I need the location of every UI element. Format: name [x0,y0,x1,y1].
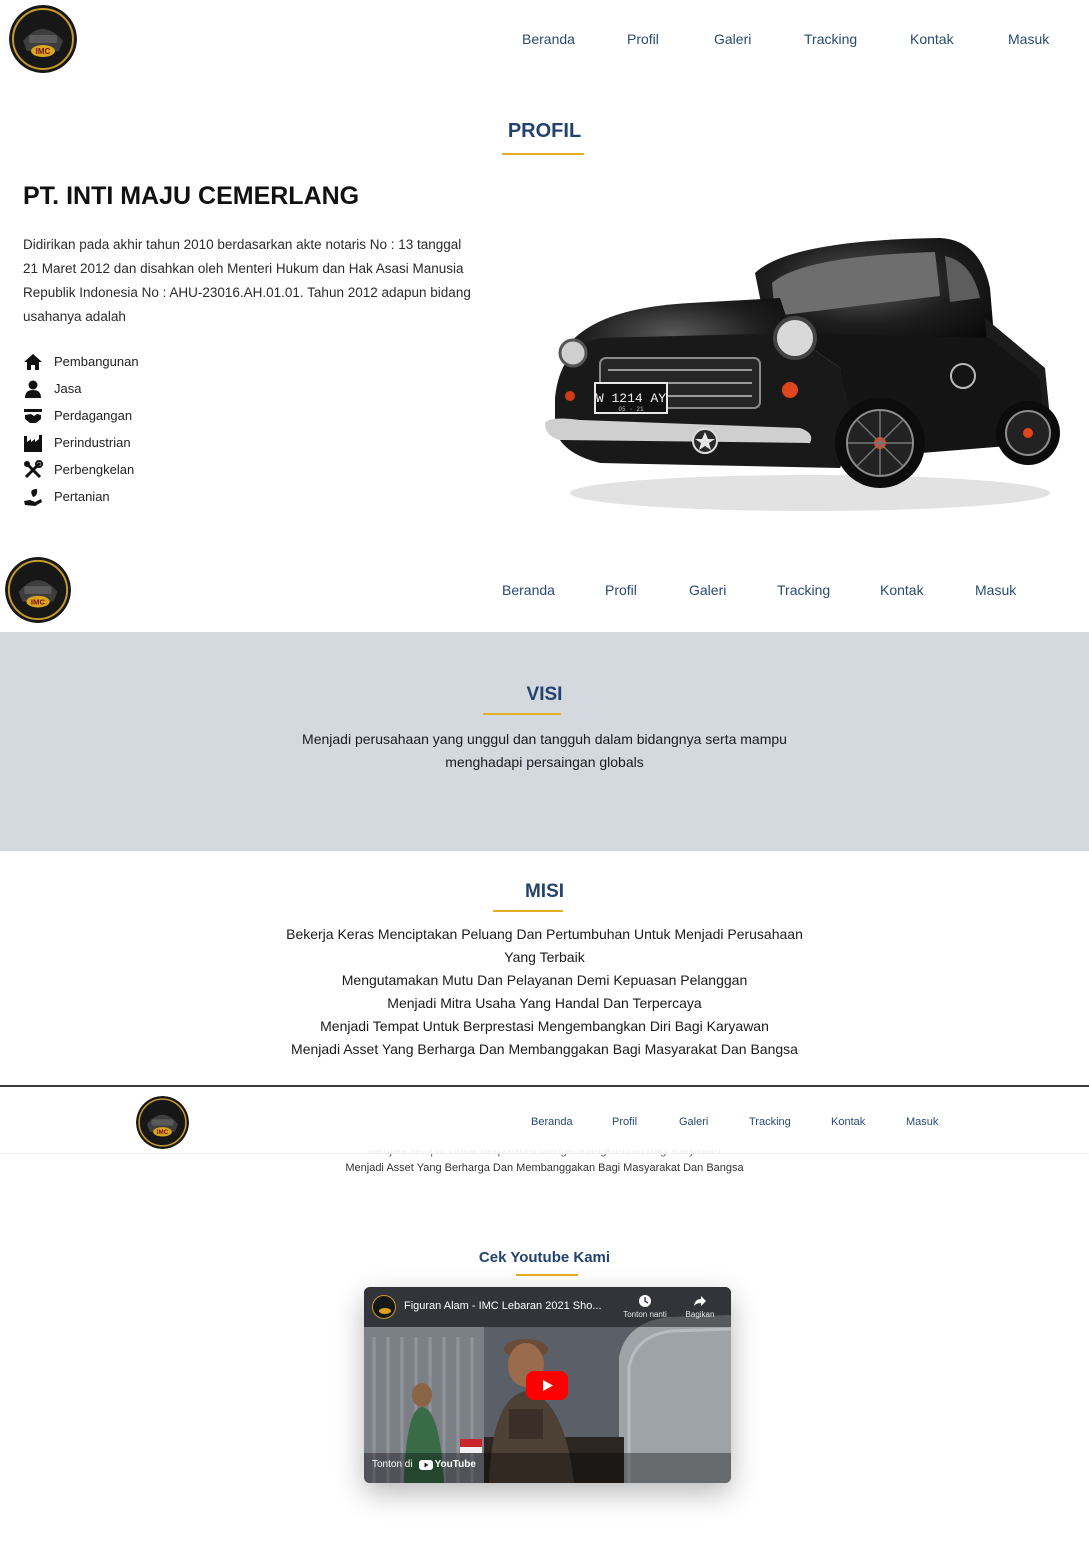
service-label: Perbengkelan [54,462,135,477]
home-icon [24,353,42,370]
description-line: 21 Maret 2012 dan disahkan oleh Menteri … [23,261,464,276]
company-logo[interactable]: IMC [5,557,71,623]
nav-galeri[interactable]: Galeri [714,31,804,47]
nav-masuk[interactable]: Masuk [1008,31,1049,47]
company-name: PT. INTI MAJU CEMERLANG [23,182,360,210]
play-icon [543,1380,553,1391]
youtube-title: Cek Youtube Kami [478,1249,611,1266]
company-logo[interactable]: IMC [9,5,77,73]
misi-line: Menjadi Asset Yang Berharga Dan Membangg… [291,1041,798,1057]
misi-list: Bekerja Keras Menciptakan Peluang Dan Pe… [0,923,1089,1061]
seedling-icon [24,488,42,506]
misi-line: Menjadi Asset Yang Berharga Dan Membangg… [345,1162,744,1174]
nav-beranda[interactable]: Beranda [502,582,605,598]
handshake-icon [24,408,42,423]
nav-kontak[interactable]: Kontak [880,582,975,598]
service-perdagangan: Perdagangan [23,402,139,429]
service-label: Perindustrian [54,435,131,450]
visi-section: VISI Menjadi perusahaan yang unggul dan … [0,632,1089,851]
youtube-video-embed[interactable]: Figuran Alam - IMC Lebaran 2021 Sho... T… [364,1287,731,1483]
visi-title-underline [483,713,561,715]
description-line: Republik Indonesia No : AHU-23016.AH.01.… [23,285,471,300]
nav-kontak[interactable]: Kontak [910,31,1008,47]
service-jasa: Jasa [23,375,139,402]
channel-avatar-mark [379,1308,391,1314]
share-label: Bagikan [685,1310,715,1319]
service-perbengkelan: Perbengkelan [23,456,139,483]
visi-line: menghadapi persaingan globals [445,754,644,770]
nav-tracking[interactable]: Tracking [804,31,910,47]
logo-text: IMC [157,1129,169,1136]
profil-title-underline [502,153,584,155]
plate-number: W 1214 AY [596,391,666,406]
youtube-logo-icon [418,1459,433,1470]
services-list: Pembangunan Jasa Perdagangan Perindustri… [23,348,139,510]
scrolled-misi-remnant: Menjadi Tempat Untuk Berprestasi Mengemb… [0,1150,1089,1178]
service-label: Jasa [54,381,82,396]
clock-icon [639,1295,651,1307]
screenshot-divider [0,1085,1089,1087]
video-title[interactable]: Figuran Alam - IMC Lebaran 2021 Sho... [404,1300,614,1312]
service-label: Pembangunan [54,354,139,369]
nav-profil[interactable]: Profil [605,582,689,598]
nav-menu: Beranda Profil Galeri Tracking Kontak Ma… [522,31,1049,47]
nav-masuk[interactable]: Masuk [906,1116,938,1128]
nav-beranda[interactable]: Beranda [522,31,627,47]
service-perindustrian: Perindustrian [23,429,139,456]
logo-text: IMC [36,47,51,56]
nav-galeri[interactable]: Galeri [689,582,777,598]
play-button[interactable] [526,1371,568,1400]
profil-title: PROFIL [507,120,582,142]
service-label: Pertanian [54,489,110,504]
top-navbar-2: IMC Beranda Profil Galeri Tracking Konta… [0,550,1089,632]
youtube-title-underline [516,1274,578,1276]
misi-title: MISI [524,881,565,902]
nav-tracking[interactable]: Tracking [749,1116,831,1128]
tools-icon [24,459,43,478]
plate-sub: 05 · 21 [618,406,644,413]
visi-title: VISI [526,684,563,705]
nav-profil[interactable]: Profil [612,1116,679,1128]
share-icon [694,1296,706,1306]
top-navbar-3: IMC Beranda Profil Galeri Tracking Konta… [0,1088,1089,1154]
company-logo[interactable]: IMC [136,1096,189,1149]
logo-text: IMC [31,598,46,607]
description-line: Didirikan pada akhir tahun 2010 berdasar… [23,237,462,252]
company-description: Didirikan pada akhir tahun 2010 berdasar… [23,233,543,329]
watch-on-label: Tonton di [372,1459,413,1470]
nav-menu: Beranda Profil Galeri Tracking Kontak Ma… [531,1116,938,1128]
service-pertanian: Pertanian [23,483,139,510]
visi-line: Menjadi perusahaan yang unggul dan tangg… [302,731,787,747]
service-label: Perdagangan [54,408,133,423]
nav-profil[interactable]: Profil [627,31,714,47]
misi-line: Menjadi Tempat Untuk Berprestasi Mengemb… [320,1018,769,1034]
share-button[interactable]: Bagikan [676,1294,724,1319]
user-icon [25,380,41,398]
vintage-truck-image: W 1214 AY 05 · 21 [545,238,1060,511]
channel-avatar[interactable] [372,1295,396,1319]
youtube-brand: YouTube [434,1459,476,1470]
nav-kontak[interactable]: Kontak [831,1116,906,1128]
misi-line: Bekerja Keras Menciptakan Peluang Dan Pe… [286,926,803,942]
nav-masuk[interactable]: Masuk [975,582,1016,598]
industry-icon [24,434,42,452]
misi-title-underline [493,910,563,912]
misi-line: Yang Terbaik [504,949,585,965]
watch-later-button[interactable]: Tonton nanti [616,1294,674,1319]
visi-text: Menjadi perusahaan yang unggul dan tangg… [0,728,1089,774]
misi-line: Mengutamakan Mutu Dan Pelayanan Demi Kep… [341,972,748,988]
nav-menu: Beranda Profil Galeri Tracking Kontak Ma… [502,582,1016,598]
nav-galeri[interactable]: Galeri [679,1116,749,1128]
nav-beranda[interactable]: Beranda [531,1116,612,1128]
watch-later-label: Tonton nanti [623,1310,667,1319]
top-navbar-1: IMC Beranda Profil Galeri Tracking Konta… [0,0,1089,78]
watch-on-youtube[interactable]: Tonton di YouTube [372,1459,476,1470]
misi-line: Menjadi Mitra Usaha Yang Handal Dan Terp… [387,995,702,1011]
nav-tracking[interactable]: Tracking [777,582,880,598]
description-line: usahanya adalah [23,309,126,324]
service-pembangunan: Pembangunan [23,348,139,375]
